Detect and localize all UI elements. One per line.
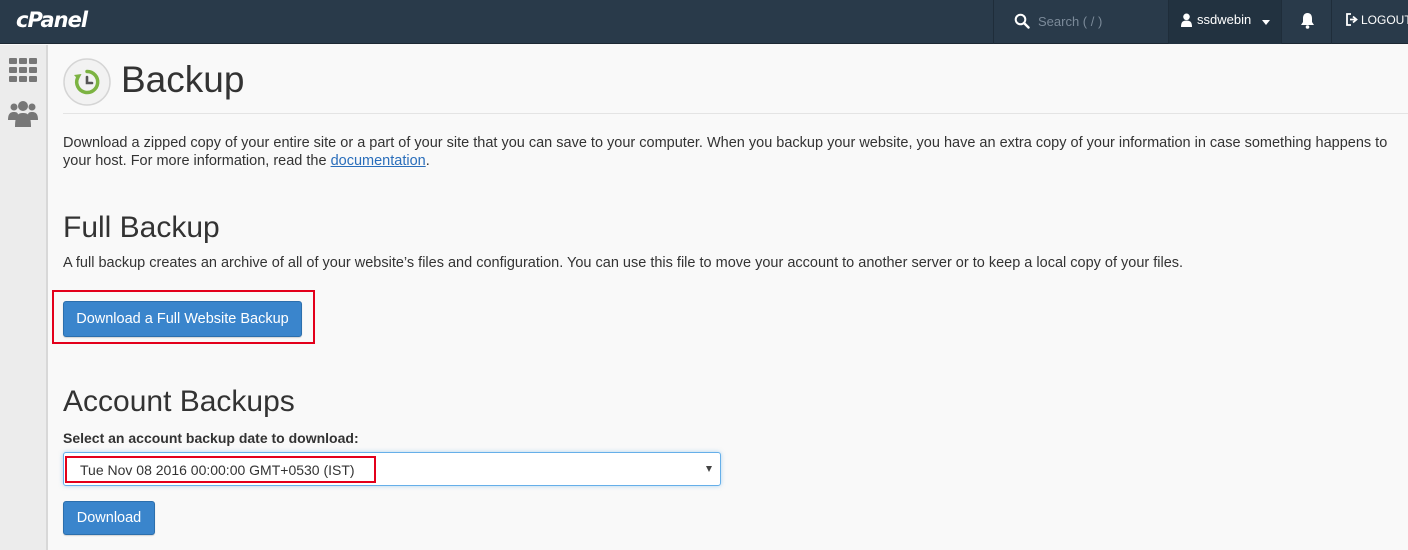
username-label: ssdwebin (1197, 12, 1252, 27)
search-area[interactable] (993, 0, 1168, 44)
chevron-down-icon (1262, 20, 1270, 25)
search-input[interactable] (1038, 10, 1158, 32)
intro-paragraph: Download a zipped copy of your entire si… (63, 134, 1403, 170)
left-sidebar (0, 45, 48, 550)
notifications-button[interactable] (1282, 0, 1332, 44)
highlight-box (65, 456, 376, 483)
intro-end: . (425, 153, 430, 169)
cpanel-logo[interactable]: cPanel (16, 8, 88, 32)
users-icon[interactable] (8, 100, 38, 128)
logout-button[interactable]: LOGOUT (1333, 0, 1408, 44)
bell-icon (1301, 13, 1314, 29)
top-navbar: cPanel ssdwebin LOGOUT (0, 0, 1408, 44)
download-full-backup-button[interactable]: Download a Full Website Backup (63, 301, 302, 337)
user-menu[interactable]: ssdwebin (1168, 0, 1282, 44)
logout-label: LOGOUT (1361, 13, 1408, 27)
grid-icon[interactable] (8, 56, 38, 84)
documentation-link[interactable]: documentation (331, 153, 426, 169)
full-backup-description: A full backup creates an archive of all … (63, 255, 1184, 271)
backup-clock-icon (63, 58, 111, 106)
full-backup-heading: Full Backup (63, 211, 220, 244)
account-backups-heading: Account Backups (63, 385, 295, 418)
download-button[interactable]: Download (63, 501, 155, 535)
backup-date-label: Select an account backup date to downloa… (63, 430, 359, 446)
logout-icon (1346, 13, 1358, 26)
page-title: Backup (121, 59, 245, 100)
page-header: Backup (63, 58, 1408, 114)
dropdown-arrow-icon (706, 466, 712, 472)
user-icon (1181, 13, 1192, 27)
search-icon (1014, 13, 1030, 29)
intro-text: Download a zipped copy of your entire si… (63, 135, 1388, 169)
